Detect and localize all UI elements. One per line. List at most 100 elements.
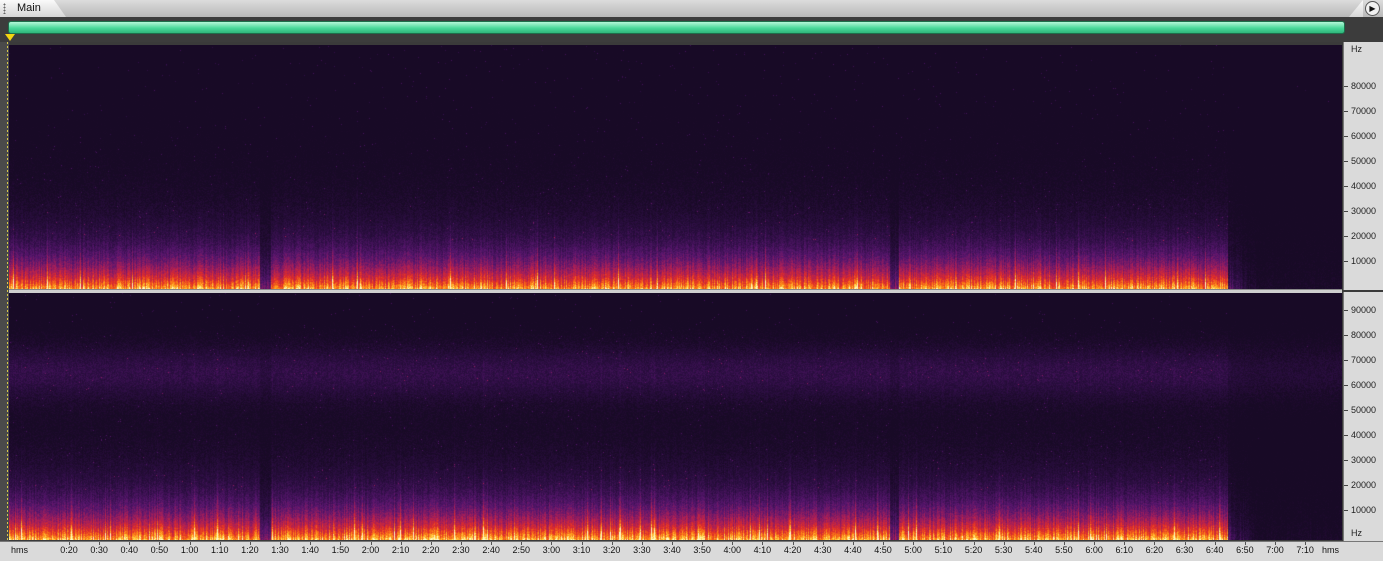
time-tick-label: 0:50 [150,545,169,555]
time-tick-mark [1305,542,1307,545]
time-tick-label: 6:30 [1175,545,1194,555]
time-tick-mark [1214,542,1216,545]
time-tick-label: 2:10 [391,545,410,555]
grip-icon [3,3,6,14]
hz-tick-mark [1344,460,1348,461]
time-tick-label: 1:00 [180,545,199,555]
time-tick-mark [521,542,523,545]
selection-range-bar[interactable] [8,21,1345,34]
time-tick-label: 6:40 [1205,545,1224,555]
time-tick-mark [732,542,734,545]
time-tick-mark [1275,542,1276,545]
time-tick-label: 1:50 [331,545,350,555]
time-tick-label: 5:40 [1025,545,1043,555]
time-tick-mark [973,542,975,545]
time-tick-mark [99,542,101,545]
spectrogram-channel-2[interactable] [9,293,1342,540]
time-tick-label: 7:00 [1266,545,1284,555]
time-tick-mark [883,542,885,545]
hz-tick-label: 90000 [1351,305,1377,315]
time-tick-mark [189,542,191,545]
hz-tick-label: 30000 [1351,455,1377,465]
time-tick-label: 4:30 [813,545,832,555]
time-tick-mark [943,542,945,545]
hz-tick-mark [1344,211,1348,212]
spectrogram-channel-1[interactable] [9,45,1342,290]
time-tick-mark [370,542,372,545]
time-tick-mark [852,542,854,545]
hz-tick-label: 60000 [1351,131,1377,141]
hz-tick-label: 40000 [1351,430,1377,440]
time-tick-mark [1033,542,1035,545]
time-tick-mark [430,542,432,545]
hz-tick-label: 80000 [1351,81,1377,91]
time-tick-mark [672,542,673,545]
time-tick-label: 2:50 [512,545,531,555]
time-tick-label: 1:20 [241,545,259,555]
time-tick-label: 0:30 [90,545,108,555]
time-tick-label: 3:30 [633,545,651,555]
time-tick-mark [1244,542,1246,545]
time-tick-label: 4:20 [783,545,802,555]
time-unit-label: hms [11,545,29,555]
time-tick-mark [249,542,251,545]
time-tick-mark [129,542,131,545]
time-tick-mark [1184,542,1186,545]
time-tick-label: 0:40 [120,545,139,555]
time-tick-label: 4:40 [844,545,862,555]
frequency-ruler-channel-2[interactable]: Hz 90000 80000 70000 60000 50000 40000 30000 20… [1343,292,1383,542]
time-tick-label: 7:10 [1296,545,1314,555]
time-tick-mark [581,542,583,545]
time-tick-label: 1:40 [301,545,319,555]
hz-tick-mark [1344,86,1348,87]
time-tick-mark [1094,542,1096,545]
time-tick-label: 6:50 [1236,545,1254,555]
playhead-marker-icon[interactable] [5,34,15,41]
time-tick-label: 4:10 [753,545,772,555]
play-arrow-icon[interactable]: ▶ [1365,1,1380,16]
time-tick-mark [1124,542,1126,545]
hz-tick-label: 20000 [1351,480,1377,490]
spectrogram-canvas-2 [9,293,1342,540]
time-tick-label: 2:00 [361,545,380,555]
time-tick-label: 1:10 [210,545,229,555]
time-tick-label: 3:10 [572,545,591,555]
hz-tick-mark [1344,335,1348,336]
time-tick-mark [1154,542,1156,545]
time-ruler[interactable]: hms hms 0:20 0:30 0:40 0:50 1:00 1:10 1:20 1:30… [0,541,1383,561]
hz-tick-mark [1344,310,1348,311]
tab-main-label: Main [17,2,41,14]
overview-bar [0,17,1383,42]
time-tick-mark [219,542,221,545]
hz-tick-label: 20000 [1351,231,1377,241]
hz-tick-label: 70000 [1351,355,1377,365]
frequency-ruler-channel-1[interactable]: Hz 80000 70000 60000 50000 40000 30000 20000 10… [1343,42,1383,290]
tab-bar: Main ▶ [0,0,1383,18]
time-tick-mark [1003,542,1005,545]
tab-main[interactable]: Main [0,0,66,17]
hz-tick-label: 10000 [1351,505,1377,515]
time-unit-label: hms [1322,545,1340,555]
time-tick-mark [69,542,70,545]
time-tick-label: 4:00 [723,545,742,555]
hz-tick-label: 10000 [1351,256,1377,266]
time-tick-label: 6:10 [1115,545,1134,555]
hz-tick-label: 80000 [1351,330,1377,340]
time-tick-mark [913,542,915,545]
time-tick-mark [400,542,402,545]
hz-tick-mark [1344,136,1348,137]
hz-tick-mark [1344,111,1348,112]
hz-tick-mark [1344,485,1348,486]
time-tick-mark [551,542,553,545]
time-tick-label: 5:50 [1055,545,1073,555]
time-tick-label: 2:20 [422,545,440,555]
hz-tick-mark [1344,186,1348,187]
time-tick-mark [310,542,312,545]
time-tick-label: 5:20 [964,545,983,555]
time-tick-label: 2:30 [452,545,470,555]
time-tick-label: 6:20 [1145,545,1164,555]
hz-tick-mark [1344,261,1348,262]
hz-tick-mark [1344,385,1348,386]
time-tick-label: 3:50 [693,545,711,555]
time-tick-mark [792,542,794,545]
